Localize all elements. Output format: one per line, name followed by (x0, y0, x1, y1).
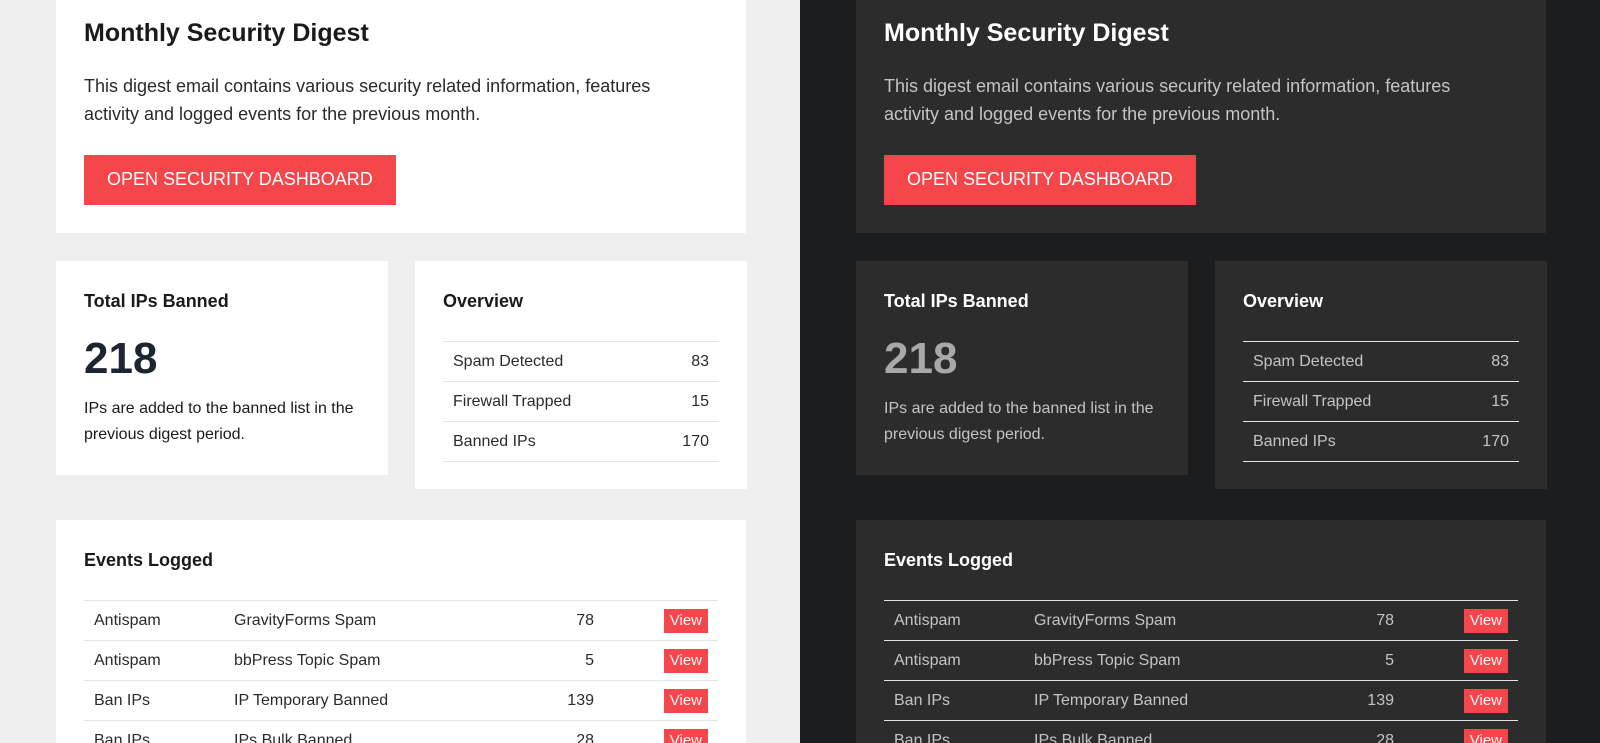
event-count: 5 (504, 640, 604, 681)
event-count: 5 (1304, 640, 1404, 681)
total-ips-banned-title: Total IPs Banned (884, 291, 1029, 311)
digest-description: This digest email contains various secur… (84, 76, 651, 124)
table-row: Antispam bbPress Topic Spam 5 View (884, 640, 1518, 681)
table-row: Ban IPs IP Temporary Banned 139 View (884, 680, 1518, 721)
event-name: IPs Bulk Banned (1024, 720, 1304, 743)
table-row: Spam Detected 83 (443, 341, 719, 382)
event-name: IPs Bulk Banned (224, 720, 504, 743)
table-row: Antispam GravityForms Spam 78 View (84, 600, 718, 641)
event-category: Antispam (84, 600, 224, 641)
event-count: 28 (504, 720, 604, 743)
event-count: 28 (1304, 720, 1404, 743)
digest-description: This digest email contains various secur… (884, 76, 1451, 124)
total-ips-banned-card: Total IPs Banned 218 IPs are added to th… (56, 261, 388, 475)
table-row: Spam Detected 83 (1243, 341, 1519, 382)
event-category: Antispam (884, 640, 1024, 681)
total-ips-banned-description: IPs are added to the banned list in the … (84, 400, 354, 443)
digest-header-card: Monthly Security Digest This digest emai… (56, 0, 746, 233)
events-logged-card: Events Logged Antispam GravityForms Spam… (856, 520, 1546, 743)
open-security-dashboard-button[interactable]: OPEN SECURITY DASHBOARD (84, 155, 396, 205)
event-name: IP Temporary Banned (1024, 680, 1304, 721)
event-name: bbPress Topic Spam (1024, 640, 1304, 681)
overview-label: Spam Detected (1243, 341, 1450, 382)
event-name: GravityForms Spam (1024, 600, 1304, 641)
total-ips-banned-value: 218 (884, 334, 958, 383)
table-row: Ban IPs IPs Bulk Banned 28 View (884, 720, 1518, 743)
digest-header-card: Monthly Security Digest This digest emai… (856, 0, 1546, 233)
event-name: IP Temporary Banned (224, 680, 504, 721)
events-table: Antispam GravityForms Spam 78 View Antis… (84, 600, 718, 743)
overview-value: 83 (649, 341, 719, 382)
overview-table: Spam Detected 83 Firewall Trapped 15 Ban… (1243, 341, 1519, 462)
event-count: 139 (504, 680, 604, 721)
table-row: Antispam GravityForms Spam 78 View (884, 600, 1518, 641)
table-row: Firewall Trapped 15 (1243, 381, 1519, 422)
overview-value: 170 (1449, 421, 1519, 462)
view-button[interactable]: View (663, 728, 708, 743)
event-category: Antispam (84, 640, 224, 681)
view-button[interactable]: View (663, 688, 708, 713)
overview-value: 170 (649, 421, 719, 462)
view-button[interactable]: View (663, 608, 708, 633)
event-category: Ban IPs (884, 680, 1024, 721)
view-button[interactable]: View (1463, 608, 1508, 633)
event-category: Ban IPs (884, 720, 1024, 743)
overview-label: Spam Detected (443, 341, 650, 382)
view-button[interactable]: View (663, 648, 708, 673)
overview-value: 15 (1449, 381, 1519, 422)
table-row: Ban IPs IP Temporary Banned 139 View (84, 680, 718, 721)
events-logged-card: Events Logged Antispam GravityForms Spam… (56, 520, 746, 743)
event-count: 139 (1304, 680, 1404, 721)
dark-theme-preview: Monthly Security Digest This digest emai… (800, 0, 1600, 743)
overview-table: Spam Detected 83 Firewall Trapped 15 Ban… (443, 341, 719, 462)
events-table: Antispam GravityForms Spam 78 View Antis… (884, 600, 1518, 743)
view-button[interactable]: View (1463, 648, 1508, 673)
events-logged-title: Events Logged (884, 550, 1014, 570)
table-row: Banned IPs 170 (1243, 421, 1519, 462)
overview-label: Firewall Trapped (1243, 381, 1450, 422)
event-category: Antispam (884, 600, 1024, 641)
event-count: 78 (1304, 600, 1404, 641)
event-category: Ban IPs (84, 680, 224, 721)
table-row: Firewall Trapped 15 (443, 381, 719, 422)
view-button[interactable]: View (1463, 688, 1508, 713)
table-row: Banned IPs 170 (443, 421, 719, 462)
table-row: Ban IPs IPs Bulk Banned 28 View (84, 720, 718, 743)
events-logged-title: Events Logged (84, 550, 214, 570)
event-name: GravityForms Spam (224, 600, 504, 641)
overview-title: Overview (1243, 291, 1324, 311)
total-ips-banned-title: Total IPs Banned (84, 291, 229, 311)
light-theme-preview: Monthly Security Digest This digest emai… (0, 0, 800, 743)
table-row: Antispam bbPress Topic Spam 5 View (84, 640, 718, 681)
event-name: bbPress Topic Spam (224, 640, 504, 681)
overview-value: 83 (1449, 341, 1519, 382)
open-security-dashboard-button[interactable]: OPEN SECURITY DASHBOARD (884, 155, 1196, 205)
digest-title: Monthly Security Digest (884, 19, 1169, 47)
overview-title: Overview (443, 291, 524, 311)
overview-label: Banned IPs (1243, 421, 1450, 462)
overview-value: 15 (649, 381, 719, 422)
total-ips-banned-description: IPs are added to the banned list in the … (884, 400, 1154, 443)
digest-title: Monthly Security Digest (84, 19, 369, 47)
view-button[interactable]: View (1463, 728, 1508, 743)
total-ips-banned-card: Total IPs Banned 218 IPs are added to th… (856, 261, 1188, 475)
overview-label: Firewall Trapped (443, 381, 650, 422)
event-count: 78 (504, 600, 604, 641)
overview-card: Overview Spam Detected 83 Firewall Trapp… (1215, 261, 1547, 489)
total-ips-banned-value: 218 (84, 334, 158, 383)
overview-card: Overview Spam Detected 83 Firewall Trapp… (415, 261, 747, 489)
event-category: Ban IPs (84, 720, 224, 743)
overview-label: Banned IPs (443, 421, 650, 462)
